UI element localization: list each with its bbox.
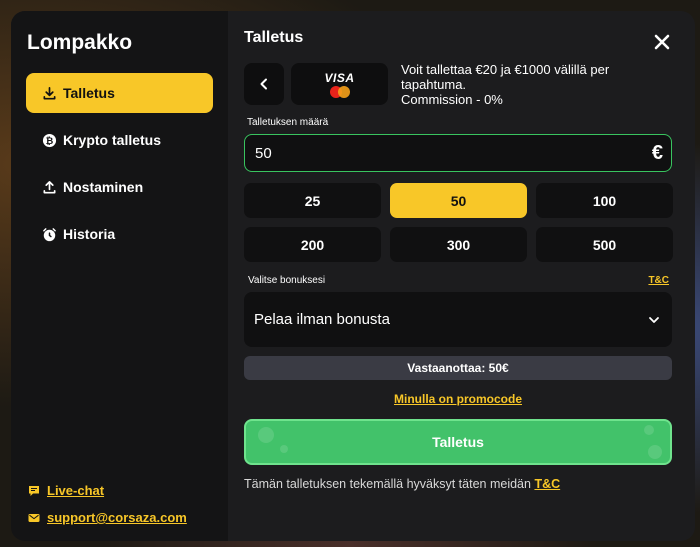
wallet-modal: Lompakko Talletus ₿ Krypto talletus Nost… [11,11,695,541]
payment-method-info: Voit tallettaa €20 ja €1000 välillä per … [401,62,631,107]
download-icon [41,85,57,101]
preset-amount-button[interactable]: 100 [536,183,673,218]
back-button[interactable] [244,63,284,105]
currency-symbol: € [651,141,663,164]
bonus-label: Valitse bonuksesi [248,275,326,286]
amount-presets: 25 50 100 200 300 500 [244,183,673,262]
mastercard-logo [329,85,351,98]
sidebar-item-history[interactable]: Historia [26,214,213,254]
bonus-select[interactable]: Pelaa ilman bonusta [244,292,672,347]
visa-logo: VISA [324,70,355,85]
commission-text: Commission - 0% [401,92,503,107]
sidebar-item-label: Krypto talletus [63,132,162,148]
deposit-panel: Talletus VISA Voit tallettaa €20 ja €100… [228,11,695,541]
deposit-limits-text: Voit tallettaa €20 ja €1000 välillä per … [401,62,610,92]
chevron-down-icon [649,316,659,323]
payment-method-row: VISA Voit tallettaa €20 ja €1000 välillä… [244,62,673,107]
sidebar-title: Lompakko [27,31,133,54]
sidebar-item-label: Nostaminen [63,179,144,195]
bonus-tc-link[interactable]: T&C [648,275,669,286]
sidebar-item-label: Talletus [63,85,115,101]
deposit-submit-button[interactable]: Talletus [244,419,672,465]
alarm-clock-icon [41,226,57,242]
sidebar-item-deposit[interactable]: Talletus [26,73,213,113]
live-chat-link[interactable]: Live-chat [28,483,187,498]
preset-amount-button[interactable]: 50 [390,183,527,218]
amount-label: Talletuksen määrä [247,117,329,128]
mail-icon [28,513,40,522]
page-title: Talletus [244,29,304,46]
sidebar-links: Live-chat support@corsaza.com [28,471,187,525]
amount-field[interactable]: € [244,134,672,172]
terms-text: Tämän talletuksen tekemällä hyväksyt tät… [244,477,561,491]
close-icon [654,34,670,50]
chat-icon [29,485,39,496]
payment-method-card[interactable]: VISA [291,63,388,105]
close-button[interactable] [653,33,671,51]
preset-amount-button[interactable]: 25 [244,183,381,218]
preset-amount-button[interactable]: 200 [244,227,381,262]
receive-amount-bar: Vastaanottaa: 50€ [244,356,672,380]
support-email-link[interactable]: support@corsaza.com [28,510,187,525]
bonus-header: Valitse bonuksesi T&C [244,275,672,286]
promocode-link[interactable]: Minulla on promocode [244,392,672,406]
bitcoin-icon: ₿ [41,132,57,148]
chevron-left-icon [260,78,267,90]
terms-tc-link[interactable]: T&C [534,477,560,491]
wallet-sidebar: Lompakko Talletus ₿ Krypto talletus Nost… [11,11,228,541]
svg-text:₿: ₿ [45,135,53,146]
preset-amount-button[interactable]: 500 [536,227,673,262]
upload-icon [41,179,57,195]
amount-input[interactable] [255,144,555,162]
bonus-selected-value: Pelaa ilman bonusta [254,311,390,328]
submit-label: Talletus [432,434,484,450]
preset-amount-button[interactable]: 300 [390,227,527,262]
sidebar-item-crypto-deposit[interactable]: ₿ Krypto talletus [26,120,213,160]
sidebar-item-label: Historia [63,226,116,242]
sidebar-item-withdraw[interactable]: Nostaminen [26,167,213,207]
